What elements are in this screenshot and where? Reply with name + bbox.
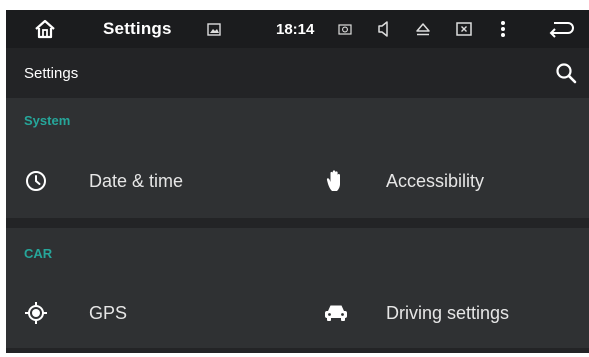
status-title: Settings (103, 19, 172, 38)
tile-label: Date & time (89, 170, 184, 191)
status-bar: Settings 18:14 (6, 10, 589, 48)
hand-icon (306, 153, 366, 209)
clock-time: 18:14 (276, 20, 315, 38)
search-icon[interactable] (554, 61, 578, 85)
tile-accessibility[interactable]: Accessibility (306, 153, 589, 209)
tile-gps[interactable]: GPS (6, 285, 296, 341)
tile-label: Driving settings (386, 302, 510, 323)
gps-icon (6, 285, 66, 341)
home-icon[interactable] (28, 10, 62, 48)
car-icon (306, 285, 366, 341)
tile-label: Accessibility (386, 170, 485, 191)
camera-icon (335, 10, 355, 48)
page-title: Settings (24, 64, 79, 82)
tile-driving-settings[interactable]: Driving settings (306, 285, 589, 341)
tile-label: GPS (89, 302, 128, 323)
clock-icon (6, 153, 66, 209)
back-arrow-icon[interactable] (546, 10, 576, 48)
eject-icon[interactable] (412, 10, 434, 48)
more-vert-icon[interactable] (493, 10, 513, 48)
bottom-divider (6, 348, 589, 353)
settings-screen: Settings 18:14 Settings System Date & ti… (6, 10, 589, 353)
section-header-car: CAR (24, 246, 53, 261)
section-header-system: System (24, 113, 71, 128)
tile-date-time[interactable]: Date & time (6, 153, 296, 209)
volume-icon[interactable] (374, 10, 394, 48)
image-icon (204, 10, 224, 48)
close-box-icon[interactable] (454, 10, 474, 48)
action-bar: Settings (6, 48, 589, 98)
